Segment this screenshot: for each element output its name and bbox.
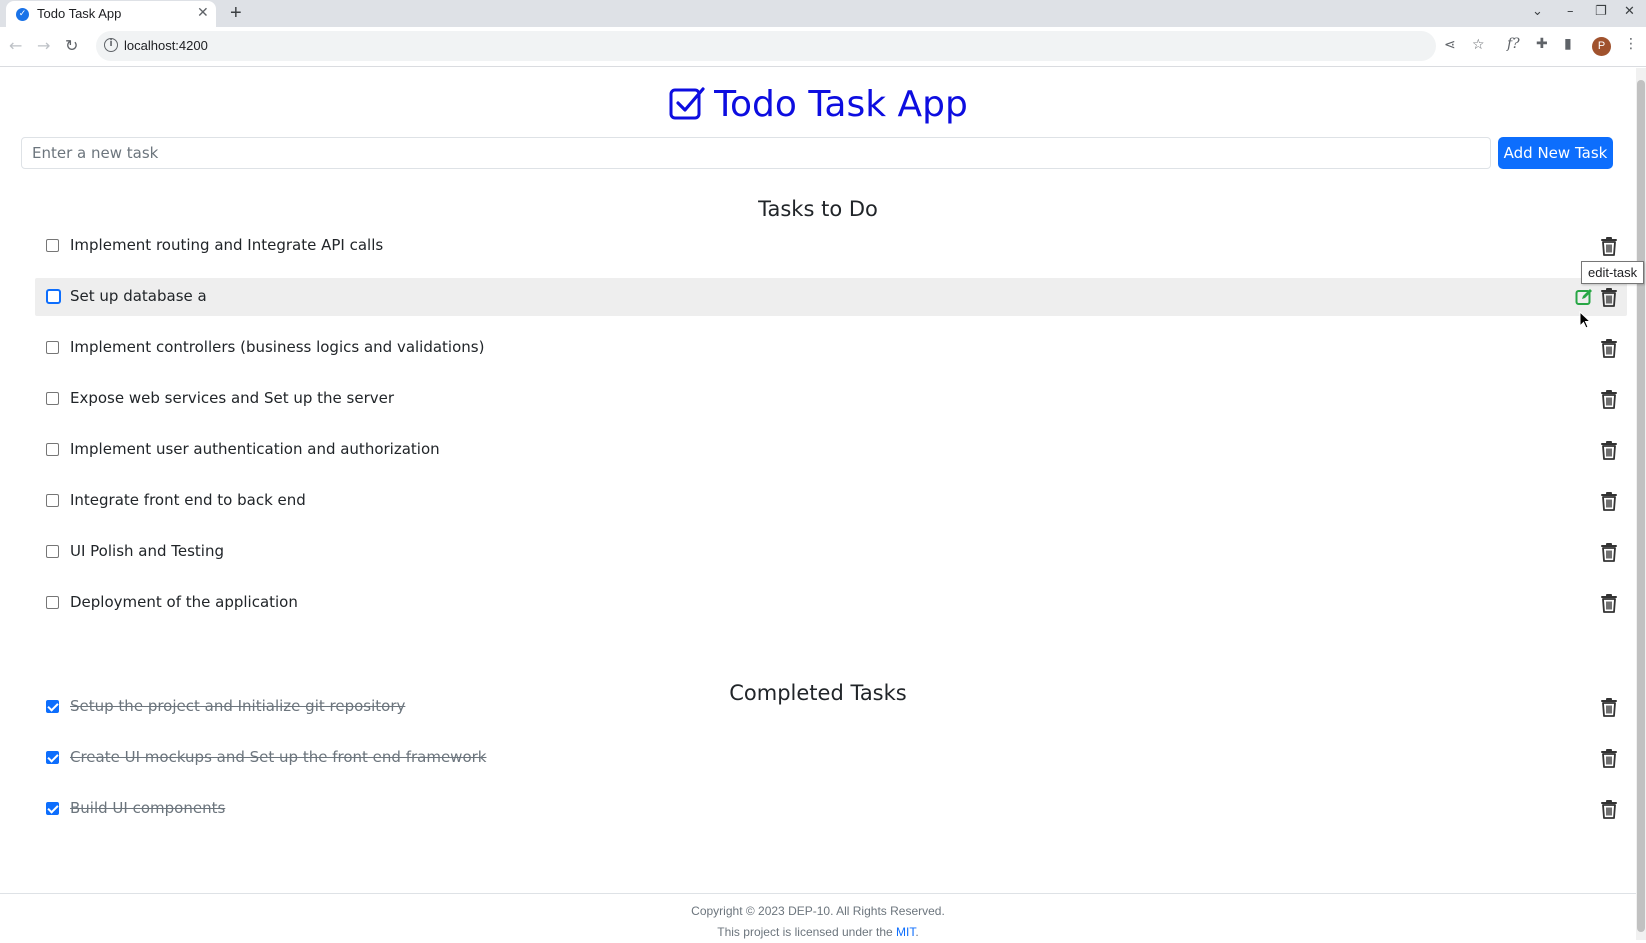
task-row[interactable]: Implement user authentication and author…	[35, 431, 1627, 469]
tab-search-chevron-icon[interactable]: ⌄	[1532, 4, 1543, 19]
bookmark-star-icon[interactable]: ☆	[1472, 37, 1485, 53]
formula-extension-icon[interactable]: f?	[1507, 36, 1520, 52]
delete-task-trash-icon[interactable]	[1600, 697, 1618, 717]
task-checkbox[interactable]	[46, 289, 61, 304]
add-new-task-button[interactable]: Add New Task	[1498, 137, 1613, 169]
task-checkbox[interactable]	[46, 545, 59, 558]
task-text: UI Polish and Testing	[70, 542, 225, 560]
page-content: Todo Task App Add New Task Tasks to Do I…	[0, 68, 1636, 940]
task-row[interactable]: Set up database a	[35, 278, 1627, 316]
task-row[interactable]: Create UI mockups and Set up the front e…	[35, 739, 1627, 777]
task-checkbox[interactable]	[46, 596, 59, 609]
task-checkbox[interactable]	[46, 341, 59, 354]
task-row[interactable]: Implement controllers (business logics a…	[35, 329, 1627, 367]
extensions-puzzle-icon[interactable]: ✚	[1536, 36, 1548, 52]
delete-task-trash-icon[interactable]	[1600, 593, 1618, 613]
app-header: Todo Task App	[0, 84, 1636, 131]
checkbox-square-check-icon	[668, 84, 706, 131]
delete-task-trash-icon[interactable]	[1600, 491, 1618, 511]
share-icon[interactable]: ⋖	[1444, 37, 1456, 53]
delete-task-trash-icon[interactable]	[1600, 236, 1618, 256]
browser-toolbar: ← → ↻ i localhost:4200 ⋖ ☆ f? ✚ ▮ P ⋮	[0, 27, 1646, 67]
license-prefix: This project is licensed under the	[717, 925, 893, 939]
app-title: Todo Task App	[714, 84, 968, 125]
tab-title: Todo Task App	[37, 6, 122, 21]
copyright-text: Copyright © 2023 DEP-10. All Rights Rese…	[691, 904, 945, 918]
task-text: Implement controllers (business logics a…	[70, 338, 485, 356]
minimize-icon[interactable]: –	[1567, 4, 1574, 19]
back-icon[interactable]: ←	[9, 36, 22, 55]
task-text: Deployment of the application	[70, 593, 298, 611]
task-row[interactable]: Integrate front end to back end	[35, 482, 1627, 520]
task-checkbox[interactable]	[46, 239, 59, 252]
license-suffix: .	[915, 925, 919, 939]
task-row[interactable]: Build UI components	[35, 790, 1627, 828]
task-checkbox[interactable]	[46, 700, 59, 713]
new-task-input[interactable]	[21, 137, 1491, 169]
restore-icon[interactable]: ❐	[1595, 4, 1607, 19]
license-line: This project is licensed under the MIT.	[0, 925, 1636, 939]
task-checkbox[interactable]	[46, 802, 59, 815]
task-text: Integrate front end to back end	[70, 491, 306, 509]
mouse-cursor-icon	[1579, 311, 1591, 329]
task-row[interactable]: Deployment of the application	[35, 584, 1627, 622]
page-scrollbar[interactable]	[1636, 68, 1646, 940]
page-footer: Copyright © 2023 DEP-10. All Rights Rese…	[0, 893, 1636, 943]
task-text: Expose web services and Set up the serve…	[70, 389, 395, 407]
task-text: Set up database a	[70, 287, 207, 305]
browser-tab[interactable]: ✓ Todo Task App ✕	[6, 1, 216, 27]
reload-icon[interactable]: ↻	[65, 36, 78, 55]
mit-license-link[interactable]: MIT	[896, 925, 915, 939]
task-checkbox[interactable]	[46, 494, 59, 507]
window-close-icon[interactable]: ✕	[1624, 4, 1635, 19]
task-row[interactable]: Expose web services and Set up the serve…	[35, 380, 1627, 418]
task-row[interactable]: Implement routing and Integrate API call…	[35, 227, 1627, 265]
tab-close-icon[interactable]: ✕	[197, 5, 209, 21]
task-checkbox[interactable]	[46, 392, 59, 405]
app-favicon-icon: ✓	[16, 8, 29, 21]
delete-task-trash-icon[interactable]	[1600, 338, 1618, 358]
browser-tab-strip: ✓ Todo Task App ✕ + ⌄ – ❐ ✕	[0, 0, 1646, 27]
delete-task-trash-icon[interactable]	[1600, 287, 1618, 307]
delete-task-trash-icon[interactable]	[1600, 799, 1618, 819]
delete-task-trash-icon[interactable]	[1600, 748, 1618, 768]
task-text: Setup the project and Initialize git rep…	[70, 697, 406, 715]
task-checkbox[interactable]	[46, 751, 59, 764]
task-text: Create UI mockups and Set up the front e…	[70, 748, 487, 766]
todo-section-heading: Tasks to Do	[758, 197, 878, 221]
delete-task-trash-icon[interactable]	[1600, 389, 1618, 409]
task-text: Implement user authentication and author…	[70, 440, 440, 458]
task-text: Implement routing and Integrate API call…	[70, 236, 384, 254]
delete-task-trash-icon[interactable]	[1600, 542, 1618, 562]
task-text: Build UI components	[70, 799, 226, 817]
task-row[interactable]: UI Polish and Testing	[35, 533, 1627, 571]
edit-task-tooltip: edit-task	[1581, 261, 1645, 284]
profile-avatar[interactable]: P	[1592, 37, 1611, 56]
delete-task-trash-icon[interactable]	[1600, 440, 1618, 460]
site-info-icon[interactable]: i	[104, 38, 118, 52]
url-text: localhost:4200	[124, 38, 208, 53]
forward-icon[interactable]: →	[37, 36, 50, 55]
scrollbar-thumb[interactable]	[1637, 80, 1645, 932]
edit-task-icon[interactable]	[1575, 288, 1593, 306]
browser-menu-icon[interactable]: ⋮	[1624, 36, 1638, 52]
address-bar[interactable]: i localhost:4200 ⋖ ☆	[96, 31, 1485, 61]
task-checkbox[interactable]	[46, 443, 59, 456]
task-row[interactable]: Setup the project and Initialize git rep…	[35, 688, 1627, 726]
new-tab-icon[interactable]: +	[230, 2, 242, 25]
side-panel-icon[interactable]: ▮	[1564, 36, 1572, 52]
